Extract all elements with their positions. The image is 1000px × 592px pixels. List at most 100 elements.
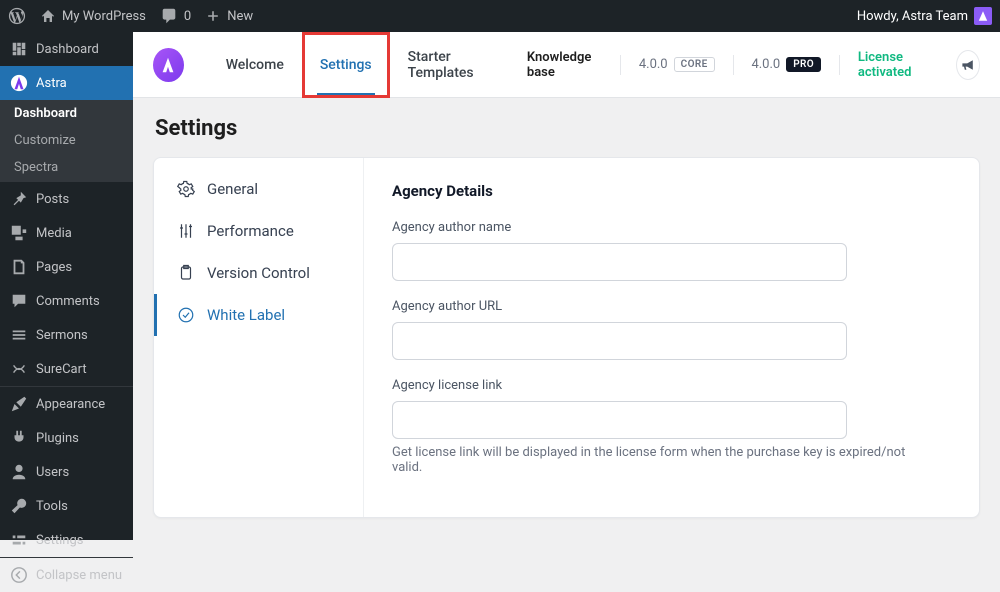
- astra-sub-customize[interactable]: Customize: [0, 127, 133, 154]
- astra-topbar: Welcome Settings Starter Templates Knowl…: [133, 32, 1000, 98]
- sidemenu-label: SureCart: [36, 362, 87, 377]
- pin-icon: [10, 190, 28, 208]
- core-badge: CORE: [674, 57, 715, 72]
- sidemenu-label: Media: [36, 226, 72, 241]
- surecart-icon: [10, 360, 28, 378]
- avatar: [974, 7, 992, 25]
- clipboard-icon: [177, 264, 195, 282]
- astra-sub-spectra[interactable]: Spectra: [0, 154, 133, 181]
- sidemenu-settings[interactable]: Settings: [0, 523, 133, 557]
- admin-sidemenu: Dashboard Astra Dashboard Customize Spec…: [0, 32, 133, 540]
- field-license-link: Agency license link Get license link wil…: [392, 378, 951, 475]
- author-url-input[interactable]: [392, 322, 847, 360]
- comments-link[interactable]: 0: [160, 7, 191, 25]
- field-label: Agency license link: [392, 378, 951, 393]
- main-content: Welcome Settings Starter Templates Knowl…: [133, 32, 1000, 540]
- tab-welcome[interactable]: Welcome: [208, 32, 302, 98]
- site-name-link[interactable]: My WordPress: [40, 8, 146, 24]
- sidemenu-label: Plugins: [36, 431, 79, 446]
- side-tab-performance[interactable]: Performance: [154, 210, 363, 252]
- side-tab-label: White Label: [207, 306, 285, 324]
- astra-logo: [153, 48, 184, 82]
- sidemenu-astra[interactable]: Astra: [0, 66, 133, 100]
- site-name: My WordPress: [62, 9, 146, 24]
- comments-count: 0: [184, 9, 191, 24]
- settings-icon: [10, 531, 28, 549]
- wp-admin-bar: My WordPress 0 New Howdy, Astra Team: [0, 0, 1000, 32]
- pro-badge: PRO: [786, 57, 821, 72]
- tab-starter-templates[interactable]: Starter Templates: [390, 32, 527, 98]
- divider: [839, 55, 840, 75]
- sermons-icon: [10, 326, 28, 344]
- section-heading: Agency Details: [392, 182, 951, 200]
- core-version: 4.0.0 CORE: [639, 57, 715, 72]
- appearance-icon: [10, 395, 28, 413]
- divider: [733, 55, 734, 75]
- sidemenu-posts[interactable]: Posts: [0, 182, 133, 216]
- author-name-input[interactable]: [392, 243, 847, 281]
- sidemenu-label: Appearance: [36, 397, 105, 412]
- side-tab-label: General: [207, 180, 258, 198]
- divider: [620, 55, 621, 75]
- field-author-url: Agency author URL: [392, 299, 951, 360]
- howdy-text: Howdy, Astra Team: [857, 9, 968, 24]
- pro-version-number: 4.0.0: [751, 57, 780, 72]
- pro-version: 4.0.0 PRO: [751, 57, 821, 72]
- sidemenu-appearance[interactable]: Appearance: [0, 387, 133, 421]
- sidemenu-label: Settings: [36, 533, 83, 548]
- sidemenu-label: Sermons: [36, 328, 88, 343]
- knowledge-base-link[interactable]: Knowledge base: [527, 50, 602, 80]
- license-status: License activated: [858, 50, 938, 80]
- field-help-text: Get license link will be displayed in th…: [392, 445, 912, 475]
- side-tab-general[interactable]: General: [154, 168, 363, 210]
- sidemenu-dashboard[interactable]: Dashboard: [0, 32, 133, 66]
- side-tab-white-label[interactable]: White Label: [154, 294, 363, 336]
- side-tab-label: Version Control: [207, 264, 310, 282]
- announcements-button[interactable]: [956, 50, 980, 80]
- field-author-name: Agency author name: [392, 220, 951, 281]
- collapse-menu[interactable]: Collapse menu: [0, 557, 133, 592]
- astra-submenu: Dashboard Customize Spectra: [0, 100, 133, 181]
- sidemenu-plugins[interactable]: Plugins: [0, 421, 133, 455]
- sidemenu-users[interactable]: Users: [0, 455, 133, 489]
- sidemenu-label: Posts: [36, 192, 69, 207]
- sidemenu-surecart[interactable]: SureCart: [0, 352, 133, 386]
- sidemenu-label: Dashboard: [36, 42, 99, 57]
- sidemenu-label: Users: [36, 465, 69, 480]
- users-icon: [10, 463, 28, 481]
- new-label: New: [227, 9, 253, 24]
- sidemenu-media[interactable]: Media: [0, 216, 133, 250]
- new-content-link[interactable]: New: [205, 8, 253, 24]
- sidemenu-tools[interactable]: Tools: [0, 489, 133, 523]
- collapse-label: Collapse menu: [36, 568, 122, 583]
- sliders-icon: [177, 222, 195, 240]
- settings-panel: General Performance Version Control Whit…: [153, 157, 980, 518]
- dashboard-icon: [10, 40, 28, 58]
- sidemenu-label: Comments: [36, 294, 100, 309]
- field-label: Agency author URL: [392, 299, 951, 314]
- gear-icon: [177, 180, 195, 198]
- tools-icon: [10, 497, 28, 515]
- settings-content: Agency Details Agency author name Agency…: [364, 158, 979, 517]
- license-link-input[interactable]: [392, 401, 847, 439]
- field-label: Agency author name: [392, 220, 951, 235]
- howdy-account[interactable]: Howdy, Astra Team: [857, 7, 992, 25]
- core-version-number: 4.0.0: [639, 57, 668, 72]
- side-tab-version-control[interactable]: Version Control: [154, 252, 363, 294]
- sidemenu-comments[interactable]: Comments: [0, 284, 133, 318]
- sidemenu-label: Astra: [36, 76, 67, 91]
- sidemenu-label: Pages: [36, 260, 72, 275]
- collapse-icon: [10, 566, 28, 584]
- plugins-icon: [10, 429, 28, 447]
- wp-logo[interactable]: [8, 7, 26, 25]
- megaphone-icon: [960, 57, 976, 73]
- sidemenu-sermons[interactable]: Sermons: [0, 318, 133, 352]
- sidemenu-pages[interactable]: Pages: [0, 250, 133, 284]
- astra-sub-dashboard[interactable]: Dashboard: [0, 100, 133, 127]
- tab-settings[interactable]: Settings: [302, 32, 390, 98]
- settings-side-tabs: General Performance Version Control Whit…: [154, 158, 364, 517]
- side-tab-label: Performance: [207, 222, 294, 240]
- pages-icon: [10, 258, 28, 276]
- page-title: Settings: [133, 98, 1000, 157]
- check-circle-icon: [177, 306, 195, 324]
